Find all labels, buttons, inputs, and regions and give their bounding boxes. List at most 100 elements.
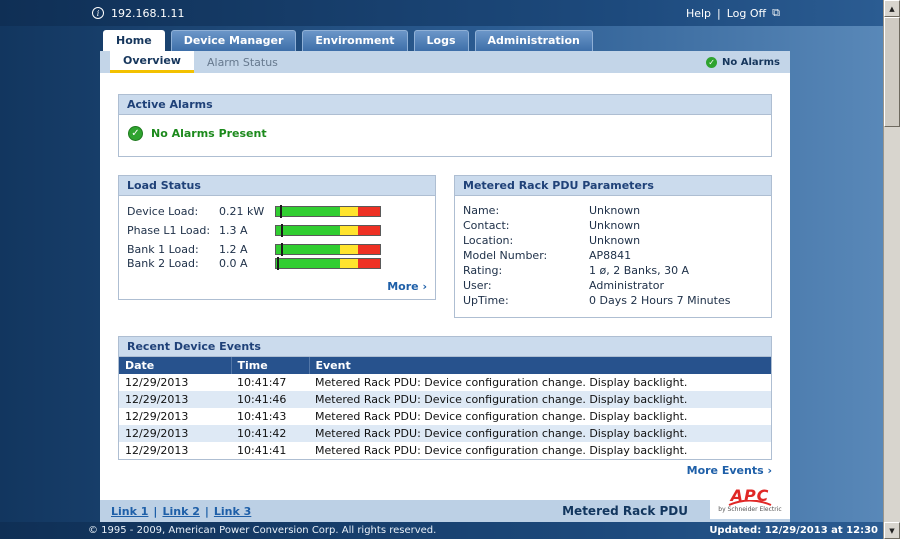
session-links: Help | Log Off ⧉ <box>686 6 780 20</box>
event-date: 12/29/2013 <box>125 444 189 457</box>
param-row-contact: Contact: Unknown <box>463 218 763 233</box>
footer-separator: | <box>153 504 158 518</box>
param-label: Rating: <box>463 264 503 277</box>
event-row: 12/29/2013 10:41:41 Metered Rack PDU: De… <box>119 442 771 459</box>
info-icon[interactable]: i <box>92 7 104 19</box>
scrollbar[interactable]: ▲ ▼ <box>883 0 900 539</box>
topbar-separator: | <box>717 6 721 20</box>
load-label: Bank 2 Load: <box>127 257 199 270</box>
event-date: 12/29/2013 <box>125 427 189 440</box>
event-date: 12/29/2013 <box>125 376 189 389</box>
footer-links: Link 1 | Link 2 | Link 3 <box>100 505 251 518</box>
load-marker <box>281 224 284 237</box>
load-value: 0.0 A <box>219 257 248 270</box>
event-text: Metered Rack PDU: Device configuration c… <box>315 393 688 406</box>
param-label: User: <box>463 279 492 292</box>
load-label: Bank 1 Load: <box>127 243 199 256</box>
param-value: Unknown <box>589 204 641 217</box>
column-event: Event <box>309 357 771 374</box>
pdu-parameter-rows: Name: Unknown Contact: Unknown Location: Un… <box>455 196 771 317</box>
top-bar: i 192.168.1.11 Help | Log Off ⧉ <box>0 0 883 26</box>
load-label: Device Load: <box>127 205 199 218</box>
apc-sub-text: by Schneider Electric <box>718 506 782 513</box>
load-row-phase-l1: Phase L1 Load: 1.3 A <box>127 224 427 237</box>
content-area: Active Alarms ✓ No Alarms Present Load S… <box>100 73 790 500</box>
tab-administration[interactable]: Administration <box>474 30 593 51</box>
subtab-overview[interactable]: Overview <box>110 51 194 73</box>
scroll-down-icon[interactable]: ▼ <box>884 522 900 539</box>
column-date: Date <box>119 357 232 374</box>
bottom-bar: © 1995 - 2009, American Power Conversion… <box>0 522 883 539</box>
more-events-link[interactable]: More Events › <box>118 464 772 477</box>
column-time: Time <box>231 357 310 374</box>
pdu-web-ui: i 192.168.1.11 Help | Log Off ⧉ Home Dev… <box>0 0 900 539</box>
device-address: i 192.168.1.11 <box>92 7 184 20</box>
tab-device-manager[interactable]: Device Manager <box>170 30 297 51</box>
footer-link-2[interactable]: Link 2 <box>162 505 199 518</box>
event-row: 12/29/2013 10:41:43 Metered Rack PDU: De… <box>119 408 771 425</box>
load-rows: Device Load: 0.21 kW Phase L1 Load: 1.3 … <box>119 196 435 270</box>
param-value: Unknown <box>589 234 641 247</box>
no-alarms-icon: ✓ <box>706 56 718 68</box>
load-bar <box>275 205 381 218</box>
updated-timestamp: Updated: 12/29/2013 at 12:30 <box>709 525 878 536</box>
load-bar <box>275 224 381 237</box>
param-value: Unknown <box>589 219 641 232</box>
alarm-status-indicator: ✓ No Alarms <box>706 51 790 73</box>
more-link[interactable]: More › <box>119 276 435 299</box>
param-row-rating: Rating: 1 ø, 2 Banks, 30 A <box>463 263 763 278</box>
footer-link-1[interactable]: Link 1 <box>111 505 148 518</box>
tab-environment[interactable]: Environment <box>302 30 408 51</box>
param-row-user: User: Administrator <box>463 278 763 293</box>
footer: Link 1 | Link 2 | Link 3 Metered Rack PD… <box>100 486 790 522</box>
active-alarms-header: Active Alarms <box>119 95 771 115</box>
footer-link-3[interactable]: Link 3 <box>214 505 251 518</box>
load-row-bank-1: Bank 1 Load: 1.2 A <box>127 243 427 256</box>
scrollbar-thumb[interactable] <box>884 17 900 127</box>
param-row-location: Location: Unknown <box>463 233 763 248</box>
tab-logs[interactable]: Logs <box>413 30 469 51</box>
events-header-row: Date Time Event <box>119 357 771 374</box>
load-status-section: Load Status Device Load: 0.21 kW Phase L… <box>118 175 436 300</box>
pdu-parameters-header: Metered Rack PDU Parameters <box>455 176 771 196</box>
main-tabs: Home Device Manager Environment Logs Adm… <box>103 30 593 51</box>
no-alarms-label: No Alarms <box>722 56 780 68</box>
param-row-model-number: Model Number: AP8841 <box>463 248 763 263</box>
load-marker <box>280 205 283 218</box>
load-value: 0.21 kW <box>219 205 265 218</box>
param-value: AP8841 <box>589 249 632 262</box>
load-bar <box>275 257 381 270</box>
logoff-link[interactable]: Log Off <box>727 7 766 20</box>
help-link[interactable]: Help <box>686 7 711 20</box>
events-table: Date Time Event 12/29/2013 10:41:47 Mete… <box>119 357 771 459</box>
event-time: 10:41:43 <box>237 410 287 423</box>
load-row-device: Device Load: 0.21 kW <box>127 205 427 218</box>
param-value: Administrator <box>589 279 664 292</box>
event-text: Metered Rack PDU: Device configuration c… <box>315 444 688 457</box>
param-row-uptime: UpTime: 0 Days 2 Hours 7 Minutes <box>463 293 763 308</box>
load-status-header: Load Status <box>119 176 435 196</box>
load-marker <box>281 243 284 256</box>
event-date: 12/29/2013 <box>125 410 189 423</box>
load-bar <box>275 243 381 256</box>
recent-events-section: Recent Device Events Date Time Event 12/… <box>118 336 772 460</box>
param-value: 0 Days 2 Hours 7 Minutes <box>589 294 731 307</box>
param-label: Location: <box>463 234 514 247</box>
no-alarms-message: No Alarms Present <box>151 127 267 140</box>
event-time: 10:41:47 <box>237 376 287 389</box>
scroll-up-icon[interactable]: ▲ <box>884 0 900 17</box>
param-value: 1 ø, 2 Banks, 30 A <box>589 264 690 277</box>
copyright: © 1995 - 2009, American Power Conversion… <box>88 525 437 536</box>
device-ip: 192.168.1.11 <box>111 6 185 20</box>
status-columns: Load Status Device Load: 0.21 kW Phase L… <box>118 175 772 318</box>
active-alarms-section: Active Alarms ✓ No Alarms Present <box>118 94 772 157</box>
param-label: Name: <box>463 204 500 217</box>
tab-home[interactable]: Home <box>103 30 165 51</box>
event-text: Metered Rack PDU: Device configuration c… <box>315 410 688 423</box>
footer-separator: | <box>204 504 209 518</box>
subtab-alarm-status[interactable]: Alarm Status <box>194 51 291 73</box>
event-time: 10:41:41 <box>237 444 287 457</box>
logoff-icon[interactable]: ⧉ <box>772 6 780 20</box>
param-label: Model Number: <box>463 249 548 262</box>
load-row-bank-2: Bank 2 Load: 0.0 A <box>127 257 427 270</box>
